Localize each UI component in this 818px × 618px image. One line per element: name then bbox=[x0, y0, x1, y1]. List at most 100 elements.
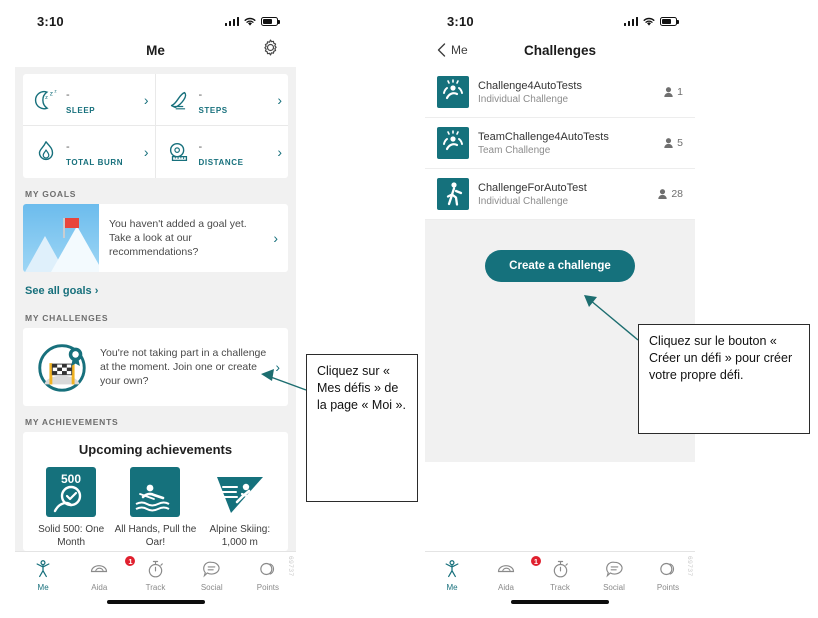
walking-person-icon bbox=[437, 178, 469, 210]
flame-icon bbox=[38, 141, 54, 161]
metric-tile-sleep[interactable]: z z z - SLEEP › bbox=[23, 74, 156, 126]
svg-text:z: z bbox=[45, 95, 48, 101]
metric-value: - bbox=[66, 88, 70, 101]
list-item[interactable]: TeamChallenge4AutoTests Team Challenge 5 bbox=[425, 118, 695, 169]
person-icon bbox=[658, 189, 668, 200]
achievements-row: 500 Solid 500: One Month All Hands, Pull… bbox=[29, 467, 282, 549]
tab-bar: Me 1 Aida Track Social Points 69737 bbox=[15, 551, 296, 613]
tab-label: Social bbox=[200, 583, 223, 592]
navbar-challenges: Me Challenges bbox=[425, 33, 695, 67]
phone-screen-challenges: 3:10 Me Challenges Challenge4AutoTests I… bbox=[425, 5, 695, 613]
callout-left: Cliquez sur « Mes défis » de la page « M… bbox=[306, 354, 418, 502]
person-icon bbox=[664, 138, 673, 149]
metric-tile-distance[interactable]: - DISTANCE › bbox=[156, 126, 289, 178]
chat-bubble-icon bbox=[587, 558, 641, 580]
battery-icon bbox=[261, 16, 280, 26]
metric-tile-steps[interactable]: - STEPS › bbox=[155, 74, 288, 126]
svg-text:z: z bbox=[54, 88, 57, 93]
status-bar: 3:10 bbox=[425, 5, 695, 33]
achievement-item[interactable]: 500 Solid 500: One Month bbox=[29, 467, 113, 549]
navbar-me: Me bbox=[15, 33, 296, 67]
tab-label: Social bbox=[603, 583, 625, 592]
wifi-icon bbox=[244, 17, 256, 26]
status-bar-icons bbox=[224, 16, 280, 27]
achievement-caption: All Hands, Pull the Oar! bbox=[114, 524, 197, 548]
tab-label: Aida bbox=[497, 583, 514, 592]
metric-value: - bbox=[198, 141, 203, 153]
stopwatch-icon bbox=[127, 558, 183, 580]
challenge-type: Team Challenge bbox=[478, 144, 551, 156]
build-number: 69737 bbox=[287, 556, 294, 577]
wifi-icon bbox=[643, 17, 655, 26]
alpine-skiing-icon bbox=[215, 467, 265, 517]
achievement-item[interactable]: All Hands, Pull the Oar! bbox=[113, 467, 197, 549]
tab-label: Track bbox=[550, 583, 570, 592]
tab-track[interactable]: Track bbox=[533, 558, 587, 592]
status-bar-icons bbox=[623, 16, 679, 27]
person-icon bbox=[664, 87, 673, 98]
my-challenges-card[interactable]: You're not taking part in a challenge at… bbox=[23, 328, 288, 406]
status-bar-clock: 3:10 bbox=[37, 13, 64, 29]
person-arms-up-icon bbox=[15, 558, 71, 580]
my-challenges-card-text: You're not taking part in a challenge at… bbox=[100, 347, 267, 387]
participants-count: 28 bbox=[657, 188, 683, 200]
chevron-right-icon: › bbox=[275, 359, 280, 375]
tab-track[interactable]: Track bbox=[127, 558, 183, 592]
stopwatch-icon bbox=[533, 558, 587, 580]
phone-screen-me: 3:10 Me z z z - SLEEP › - STEPS › - TOTA… bbox=[15, 5, 296, 613]
tab-bar: Me 1 Aida Track Social Points 69737 bbox=[425, 551, 695, 613]
mountain-flag-icon bbox=[23, 204, 99, 272]
rowing-icon bbox=[130, 467, 181, 517]
list-item[interactable]: Challenge4AutoTests Individual Challenge… bbox=[425, 67, 695, 118]
challenge-person-icon bbox=[437, 127, 469, 159]
create-challenge-button[interactable]: Create a challenge bbox=[485, 250, 635, 282]
participants-count: 5 bbox=[663, 137, 683, 149]
gear-icon[interactable] bbox=[261, 38, 280, 62]
me-scroll-area[interactable]: z z z - SLEEP › - STEPS › - TOTAL BURN ›… bbox=[15, 67, 296, 579]
chevron-right-icon: › bbox=[273, 230, 278, 246]
challenge-type: Individual Challenge bbox=[478, 195, 569, 207]
metric-label: STEPS bbox=[198, 105, 228, 115]
goal-card[interactable]: You haven't added a goal yet. Take a loo… bbox=[23, 204, 288, 272]
tab-aida[interactable]: 1 Aida bbox=[479, 555, 542, 592]
achievement-item[interactable]: Alpine Skiing: 1,000 m bbox=[198, 467, 282, 549]
tab-social[interactable]: Social bbox=[587, 558, 641, 592]
back-button[interactable]: Me bbox=[437, 43, 468, 57]
achievement-badge-number: 500 bbox=[61, 472, 81, 486]
home-indicator bbox=[511, 600, 609, 604]
metric-value: - bbox=[66, 141, 70, 153]
tab-label: Points bbox=[256, 583, 280, 592]
metric-label: TOTAL BURN bbox=[66, 158, 124, 167]
participants-number: 5 bbox=[677, 137, 683, 149]
achievement-caption: Solid 500: One Month bbox=[38, 524, 105, 548]
battery-icon bbox=[660, 16, 679, 26]
page-title: Challenges bbox=[523, 42, 597, 58]
tab-aida[interactable]: 1 Aida bbox=[71, 555, 137, 592]
chevron-right-icon: › bbox=[277, 144, 282, 160]
tab-me[interactable]: Me bbox=[425, 558, 479, 592]
tab-social[interactable]: Social bbox=[184, 558, 240, 592]
see-all-goals-row: See all goals › bbox=[15, 272, 296, 302]
challenge-name: Challenge4AutoTests bbox=[478, 79, 582, 92]
svg-text:z: z bbox=[50, 90, 53, 97]
challenge-name: TeamChallenge4AutoTests bbox=[478, 130, 609, 143]
back-button-label: Me bbox=[451, 43, 468, 57]
checkered-flag-badge-icon bbox=[38, 344, 86, 392]
tab-label: Points bbox=[656, 583, 680, 592]
achievements-card[interactable]: Upcoming achievements 500 Solid 500: One… bbox=[23, 432, 288, 551]
challenge-type: Individual Challenge bbox=[478, 93, 569, 105]
challenge-person-icon bbox=[437, 76, 469, 108]
tab-label: Me bbox=[37, 583, 49, 592]
tab-me[interactable]: Me bbox=[15, 558, 71, 592]
callout-right: Cliquez sur le bouton « Créer un défi » … bbox=[638, 324, 810, 434]
person-arms-up-icon bbox=[425, 558, 479, 580]
chevron-right-icon: › bbox=[143, 144, 149, 160]
participants-number: 1 bbox=[677, 86, 683, 98]
tab-label: Me bbox=[446, 583, 458, 592]
metric-tile-total-burn[interactable]: - TOTAL BURN › bbox=[23, 126, 156, 178]
chevron-right-icon: › bbox=[143, 91, 149, 108]
see-all-goals-link[interactable]: See all goals › bbox=[25, 285, 98, 297]
status-bar-clock: 3:10 bbox=[447, 13, 474, 29]
metric-value: - bbox=[198, 88, 203, 101]
list-item[interactable]: ChallengeForAutoTest Individual Challeng… bbox=[425, 169, 695, 220]
